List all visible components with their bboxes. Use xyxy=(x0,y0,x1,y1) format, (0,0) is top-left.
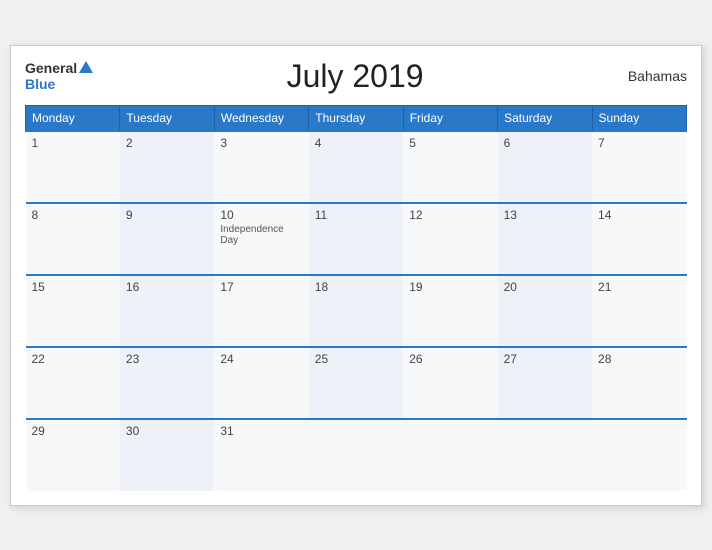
calendar-grid: Monday Tuesday Wednesday Thursday Friday… xyxy=(25,105,687,491)
col-tuesday: Tuesday xyxy=(120,105,214,131)
logo: General Blue xyxy=(25,61,93,91)
day-number: 30 xyxy=(126,424,208,438)
calendar-week-row: 89 10 Independence Day 11 12 13 14 xyxy=(26,203,687,275)
calendar-day-cell: 19 xyxy=(403,275,497,347)
calendar-day-cell: 21 xyxy=(592,275,686,347)
day-number: 4 xyxy=(315,136,397,150)
col-thursday: Thursday xyxy=(309,105,403,131)
day-number: 1 xyxy=(32,136,114,150)
day-number: 7 xyxy=(598,136,680,150)
calendar-title: July 2019 xyxy=(93,58,617,95)
calendar-week-row: 15 16 17 18 19 20 21 xyxy=(26,275,687,347)
day-number: 6 xyxy=(504,136,586,150)
calendar-day-cell: 23 xyxy=(120,347,214,419)
logo-general-text: General xyxy=(25,60,77,76)
day-event: Independence Day xyxy=(220,224,302,246)
day-number: 10 xyxy=(220,208,302,222)
calendar-header: General Blue July 2019 Bahamas xyxy=(25,58,687,95)
country-label: Bahamas xyxy=(617,68,687,84)
calendar-day-cell: 15 xyxy=(26,275,120,347)
calendar-day-cell: 27 xyxy=(498,347,592,419)
calendar-thead: Monday Tuesday Wednesday Thursday Friday… xyxy=(26,105,687,131)
day-number: 2 xyxy=(126,136,208,150)
day-number: 29 xyxy=(32,424,114,438)
day-number: 26 xyxy=(409,352,491,366)
day-number: 21 xyxy=(598,280,680,294)
calendar-day-cell: 28 xyxy=(592,347,686,419)
calendar-day-cell: 11 xyxy=(309,203,403,275)
day-number: 27 xyxy=(504,352,586,366)
calendar-day-cell: 18 xyxy=(309,275,403,347)
day-number: 25 xyxy=(315,352,397,366)
calendar-day-cell: 2 xyxy=(120,131,214,203)
calendar-day-cell: 7 xyxy=(592,131,686,203)
day-number: 14 xyxy=(598,208,680,222)
day-number: 31 xyxy=(220,424,302,438)
calendar-day-cell: 12 xyxy=(403,203,497,275)
calendar-body: 12345678910Independence Day1112131415161… xyxy=(26,131,687,491)
calendar-day-cell: 10 Independence Day xyxy=(214,203,308,275)
day-number: 11 xyxy=(315,208,397,222)
calendar-day-cell: 25 xyxy=(309,347,403,419)
calendar-day-cell: 1 xyxy=(26,131,120,203)
day-number: 18 xyxy=(315,280,397,294)
calendar-week-row: 1234567 xyxy=(26,131,687,203)
calendar-week-row: 29 30 31 xyxy=(26,419,687,491)
day-number: 28 xyxy=(598,352,680,366)
day-number: 16 xyxy=(126,280,208,294)
day-number: 20 xyxy=(504,280,586,294)
calendar-day-cell: 3 xyxy=(214,131,308,203)
day-number: 9 xyxy=(126,208,208,222)
calendar-day-cell: 14 xyxy=(592,203,686,275)
calendar-week-row: 22 23 24 25 26 27 28 xyxy=(26,347,687,419)
calendar-day-cell xyxy=(403,419,497,491)
day-number: 12 xyxy=(409,208,491,222)
calendar-container: General Blue July 2019 Bahamas Monday Tu… xyxy=(10,45,702,506)
calendar-day-cell: 20 xyxy=(498,275,592,347)
logo-blue-text: Blue xyxy=(25,77,93,91)
day-number: 13 xyxy=(504,208,586,222)
calendar-day-cell: 29 xyxy=(26,419,120,491)
day-number: 3 xyxy=(220,136,302,150)
day-number: 24 xyxy=(220,352,302,366)
day-number: 5 xyxy=(409,136,491,150)
calendar-day-cell: 17 xyxy=(214,275,308,347)
day-number: 19 xyxy=(409,280,491,294)
calendar-day-cell: 16 xyxy=(120,275,214,347)
calendar-day-cell: 6 xyxy=(498,131,592,203)
day-number: 23 xyxy=(126,352,208,366)
day-number: 15 xyxy=(32,280,114,294)
logo-triangle-icon xyxy=(79,61,93,73)
calendar-day-cell: 8 xyxy=(26,203,120,275)
day-number: 8 xyxy=(32,208,114,222)
calendar-day-cell: 26 xyxy=(403,347,497,419)
col-monday: Monday xyxy=(26,105,120,131)
calendar-day-cell: 5 xyxy=(403,131,497,203)
calendar-day-cell: 22 xyxy=(26,347,120,419)
calendar-day-cell xyxy=(309,419,403,491)
calendar-day-cell: 31 xyxy=(214,419,308,491)
day-number: 22 xyxy=(32,352,114,366)
calendar-day-cell: 13 xyxy=(498,203,592,275)
logo-general: General xyxy=(25,61,93,77)
col-wednesday: Wednesday xyxy=(214,105,308,131)
calendar-day-cell: 30 xyxy=(120,419,214,491)
col-friday: Friday xyxy=(403,105,497,131)
calendar-day-cell xyxy=(592,419,686,491)
calendar-day-cell xyxy=(498,419,592,491)
calendar-header-row: Monday Tuesday Wednesday Thursday Friday… xyxy=(26,105,687,131)
day-number: 17 xyxy=(220,280,302,294)
calendar-day-cell: 9 xyxy=(120,203,214,275)
col-sunday: Sunday xyxy=(592,105,686,131)
calendar-day-cell: 4 xyxy=(309,131,403,203)
calendar-day-cell: 24 xyxy=(214,347,308,419)
col-saturday: Saturday xyxy=(498,105,592,131)
